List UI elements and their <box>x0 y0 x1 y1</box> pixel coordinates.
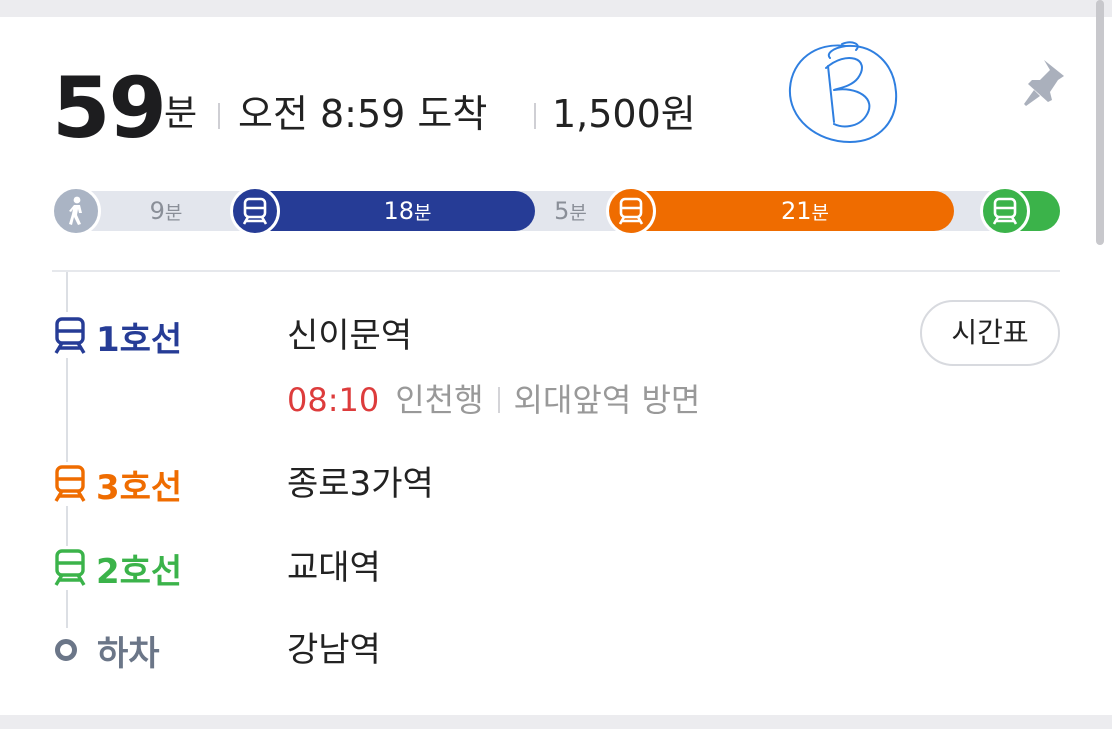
line-name: 1호선 <box>96 319 183 360</box>
alight-text: 하차 <box>97 633 160 674</box>
line-label-1[interactable]: 1호선 <box>52 314 183 360</box>
line-label-2[interactable]: 2호선 <box>52 546 183 592</box>
divider <box>52 270 1060 272</box>
fare: 1,500원 <box>552 92 696 136</box>
summary-separator <box>534 103 536 129</box>
route-segment-bar: 9분 18분 5분 21분 <box>51 186 1060 236</box>
duration-unit: 분 <box>164 93 198 134</box>
arrival-time: 오전 8:59 도착 <box>238 92 488 136</box>
handwritten-signature <box>788 41 898 143</box>
subway-train-icon <box>230 186 280 236</box>
scrollbar[interactable] <box>1096 0 1104 245</box>
line-label-3[interactable]: 3호선 <box>52 462 183 508</box>
pin-icon[interactable] <box>1020 58 1068 112</box>
station-name[interactable]: 신이문역 <box>287 314 412 358</box>
station-name[interactable]: 강남역 <box>287 628 381 672</box>
segment-line3-duration: 21분 <box>780 197 830 225</box>
alight-circle-icon <box>55 639 77 661</box>
summary-separator <box>218 103 220 129</box>
route-connector-line <box>66 272 68 312</box>
subway-train-icon <box>606 186 656 236</box>
train-direction: 외대앞역 방면 <box>513 381 701 419</box>
walking-person-icon <box>51 186 101 236</box>
line-name: 2호선 <box>96 551 183 592</box>
station-name[interactable]: 교대역 <box>287 546 381 590</box>
departure-time: 08:10 <box>287 381 380 419</box>
route-connector-line <box>66 590 68 628</box>
train-destination: 인천행 <box>395 381 484 419</box>
subway-train-icon <box>54 465 86 502</box>
segment-walk-duration: 9분 <box>149 197 183 225</box>
route-connector-line <box>66 506 68 546</box>
segment-line1-duration: 18분 <box>383 197 432 225</box>
separator <box>497 387 500 413</box>
station-name[interactable]: 종로3가역 <box>287 462 434 506</box>
timetable-button[interactable]: 시간표 <box>920 300 1060 366</box>
segment-transfer-walk-duration: 5분 <box>554 197 587 225</box>
subway-train-icon <box>980 186 1030 236</box>
line-name: 3호선 <box>96 467 183 508</box>
route-connector-line <box>66 358 68 462</box>
alight-label: 하차 <box>52 628 160 674</box>
subway-train-icon <box>54 317 86 354</box>
subway-train-icon <box>54 549 86 586</box>
departure-info: 08:10 인천행 외대앞역 방면 <box>287 378 700 422</box>
duration-value: 59 <box>52 59 167 157</box>
